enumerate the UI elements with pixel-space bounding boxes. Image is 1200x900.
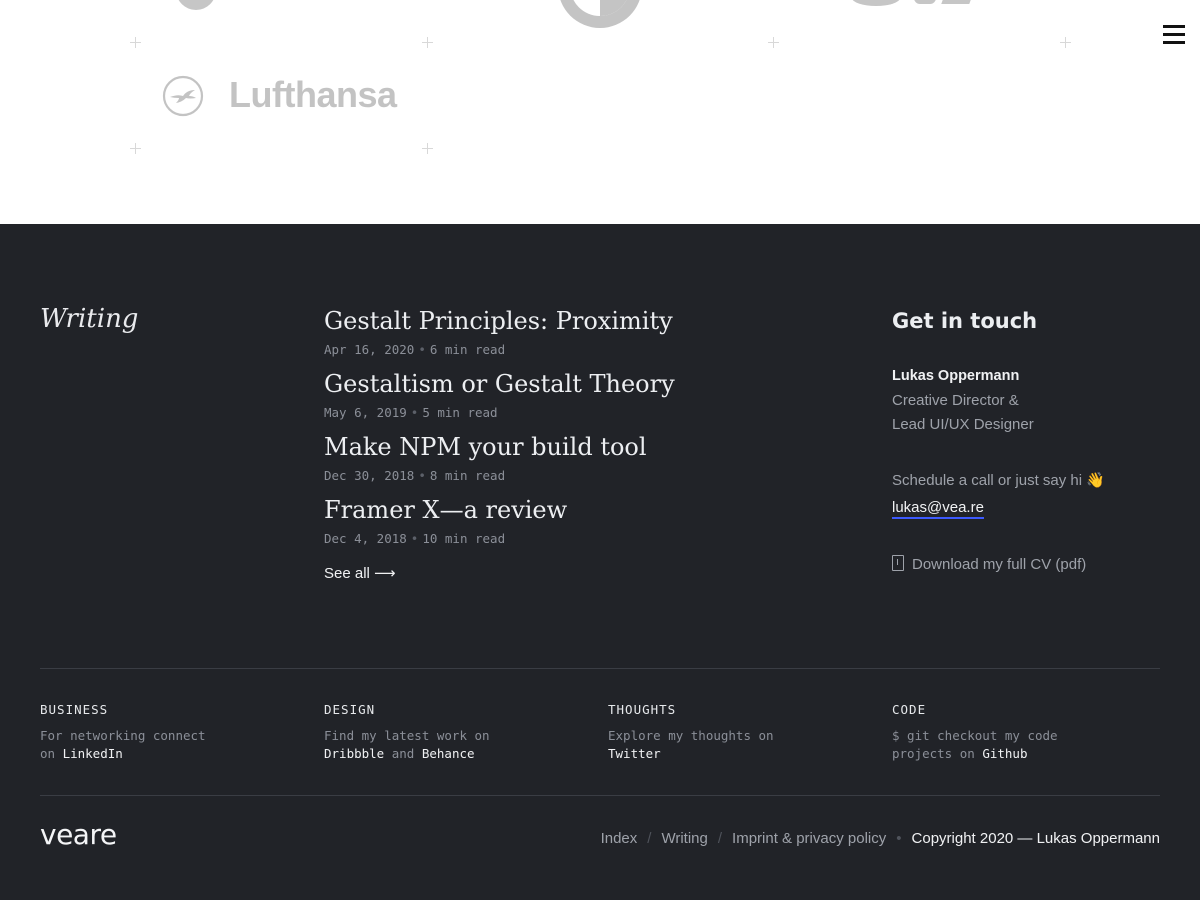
code-text: $ git checkout my code projects on Githu… xyxy=(892,727,1058,763)
meta-dot: • xyxy=(410,405,419,420)
post-meta: Apr 16, 2020 • 6 min read xyxy=(324,342,505,357)
design-heading: DESIGN xyxy=(324,702,376,717)
client-logo-partial-right xyxy=(852,0,976,6)
thoughts-text: Explore my thoughts on Twitter xyxy=(608,727,774,763)
grid-cross xyxy=(1060,37,1071,48)
code-heading: CODE xyxy=(892,702,927,717)
behance-link[interactable]: Behance xyxy=(422,746,475,761)
business-text: For networking connect on LinkedIn xyxy=(40,727,206,763)
see-all-link[interactable]: See all ⟶ xyxy=(324,564,396,582)
post-meta: Dec 4, 2018 • 10 min read xyxy=(324,531,505,546)
grid-cross xyxy=(422,37,433,48)
grid-cross xyxy=(768,37,779,48)
client-logos-section: Lufthansa xyxy=(0,0,1200,224)
linkedin-link[interactable]: LinkedIn xyxy=(63,746,123,761)
contact-name: Lukas Oppermann xyxy=(892,368,1020,384)
code-prefix: projects on xyxy=(892,746,983,761)
lufthansa-wordmark: Lufthansa xyxy=(229,74,397,115)
meta-dot: • xyxy=(418,342,426,357)
post-title-link[interactable]: Gestalt Principles: Proximity xyxy=(324,307,673,335)
business-line1: For networking connect xyxy=(40,728,206,743)
post-meta: Dec 30, 2018 • 8 min read xyxy=(324,468,505,483)
post-title-link[interactable]: Make NPM your build tool xyxy=(324,433,647,461)
nav-separator: / xyxy=(717,830,723,847)
client-logo-partial-left xyxy=(178,0,214,10)
thoughts-line1: Explore my thoughts on xyxy=(608,728,774,743)
post-read-time: 5 min read xyxy=(422,405,498,420)
nav-dot: • xyxy=(896,830,902,847)
document-download-icon xyxy=(892,555,904,571)
nav-imprint-link[interactable]: Imprint & privacy policy xyxy=(732,830,886,847)
post-date: Apr 16, 2020 xyxy=(324,342,415,357)
copyright-text: Copyright 2020 — Lukas Oppermann xyxy=(911,830,1160,847)
post-title-link[interactable]: Gestaltism or Gestalt Theory xyxy=(324,370,675,398)
meta-dot: • xyxy=(418,468,426,483)
dribbble-link[interactable]: Dribbble xyxy=(324,746,384,761)
post-date: Dec 30, 2018 xyxy=(324,468,415,483)
download-cv-link[interactable]: Download my full CV (pdf) xyxy=(892,555,1086,573)
post-title-link[interactable]: Framer X—a review xyxy=(324,496,567,524)
post-read-time: 8 min read xyxy=(429,468,506,483)
grid-cross xyxy=(422,143,433,154)
contact-role-line1: Creative Director & xyxy=(892,392,1019,409)
code-line1: $ git checkout my code xyxy=(892,728,1058,743)
post-read-time: 6 min read xyxy=(429,342,506,357)
grid-cross xyxy=(130,143,141,154)
business-prefix: on xyxy=(40,746,63,761)
design-line1: Find my latest work on xyxy=(324,728,490,743)
business-heading: BUSINESS xyxy=(40,702,109,717)
email-link[interactable]: lukas@vea.re xyxy=(892,499,984,519)
post-date: May 6, 2019 xyxy=(324,405,407,420)
nav-writing-link[interactable]: Writing xyxy=(661,830,707,847)
lufthansa-crane-logo xyxy=(162,75,204,117)
post-meta: May 6, 2019 • 5 min read xyxy=(324,405,498,420)
nav-index-link[interactable]: Index xyxy=(601,830,638,847)
writing-section-title: Writing xyxy=(40,304,139,334)
twitter-link[interactable]: Twitter xyxy=(608,746,661,761)
design-text: Find my latest work on Dribbble and Beha… xyxy=(324,727,490,763)
design-and: and xyxy=(384,746,422,761)
menu-icon[interactable] xyxy=(1163,25,1185,45)
contact-title: Get in touch xyxy=(892,309,1038,333)
divider xyxy=(40,795,1160,796)
brand-logo[interactable]: veare xyxy=(40,818,117,851)
schedule-text: Schedule a call or just say hi 👋 xyxy=(892,472,1105,489)
contact-role-line2: Lead UI/UX Designer xyxy=(892,416,1034,433)
post-read-time: 10 min read xyxy=(422,531,506,546)
nav-separator: / xyxy=(647,830,652,847)
post-date: Dec 4, 2018 xyxy=(324,531,407,546)
grid-cross xyxy=(130,37,141,48)
divider xyxy=(40,668,1160,669)
footer-nav: Index / Writing / Imprint & privacy policy • C… xyxy=(601,830,1160,847)
download-cv-label: Download my full CV (pdf) xyxy=(912,556,1087,573)
thoughts-heading: THOUGHTS xyxy=(608,702,677,717)
meta-dot: • xyxy=(410,531,419,546)
client-logo-partial-center xyxy=(560,0,640,28)
github-link[interactable]: Github xyxy=(982,746,1027,761)
